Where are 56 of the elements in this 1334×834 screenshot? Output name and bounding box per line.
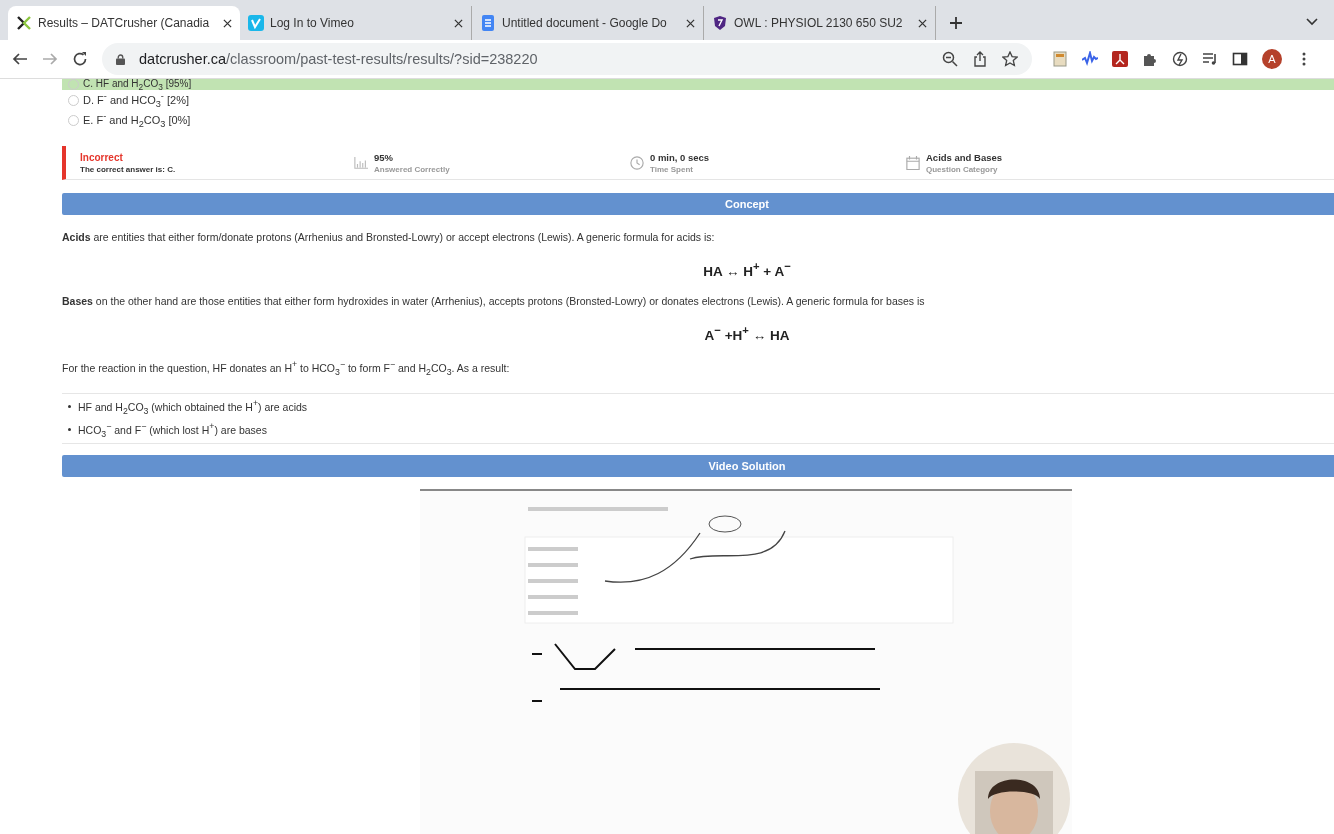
close-icon[interactable] — [686, 18, 695, 28]
tab-title: OWL : PHYSIOL 2130 650 SU2 — [734, 16, 904, 30]
profile-avatar[interactable]: A — [1262, 49, 1282, 69]
paragraph: For the reaction in the question, HF donates an H$^{+}$ to HCO$_{3}$$^{−}$ to form F$^{−}$ and H$_{2}$CO$_{3}$. As a result: — [62, 358, 511, 379]
correct-answer-row: C. HF and H$_{2}$CO$_{3}$ [95%] — [62, 79, 1334, 90]
media-queue-icon[interactable] — [1202, 51, 1218, 67]
puzzle-icon[interactable] — [1142, 51, 1158, 67]
browser-tab[interactable]: Results – DATCrusher (Canadia — [8, 6, 240, 40]
share-icon[interactable] — [972, 51, 988, 67]
waveform-icon[interactable] — [1082, 51, 1098, 67]
bar-chart-icon — [354, 155, 368, 170]
zoom-out-icon[interactable] — [942, 51, 958, 67]
stat-value: Acids and Bases — [926, 151, 1004, 163]
back-icon[interactable] — [12, 51, 28, 67]
formula: A$^{−}$ +H$^{+}$ ↔ HA — [703, 323, 791, 342]
list-item: HCO$_{3}$$^{−}$ and F$^{−}$ (which lost H$^{+}$) are bases — [78, 421, 267, 439]
browser-tab[interactable]: Log In to Vimeo — [240, 6, 472, 40]
stat-label: Answered Correctly — [374, 164, 451, 174]
address-bar[interactable]: datcrusher.ca/classroom/past-test-results/results/?sid=238220 — [102, 43, 1032, 75]
lock-icon — [116, 53, 125, 65]
close-icon[interactable] — [223, 18, 232, 28]
close-icon[interactable] — [454, 18, 463, 28]
document-icon — [480, 15, 496, 31]
clock-icon — [630, 155, 644, 170]
answer-option: E. F$^{-}$ and H$_{2}$CO$_{3}$ [0%] — [62, 110, 1334, 130]
browser-tab[interactable]: Untitled document - Google Do — [472, 6, 704, 40]
x-logo-icon — [16, 15, 32, 31]
paragraph: Bases on the other hand are those entities that either form hydroxides in water (Arrhenius), accepts protons (Bronsted-Lowry) or donates electrons (Lewis). A generic formula for bases is — [62, 293, 926, 308]
notepad-icon[interactable] — [1052, 51, 1068, 67]
close-icon[interactable] — [918, 18, 927, 28]
paragraph: Acids are entities that either form/donate protons (Arrhenius and Bronsted-Lowry) or accept electrons (Lewis). A generic formula for acids is: — [62, 230, 716, 244]
section-header: Concept — [62, 193, 1334, 215]
star-icon[interactable] — [1002, 51, 1018, 67]
stat-value: 95% — [374, 151, 394, 163]
new-tab-icon[interactable] — [950, 17, 962, 29]
tab-title: Log In to Vimeo — [270, 16, 355, 30]
tab-title: Untitled document - Google Do — [502, 16, 668, 30]
calendar-icon — [906, 155, 920, 170]
side-panel-icon[interactable] — [1232, 51, 1248, 67]
chevron-down-icon[interactable] — [1306, 18, 1318, 26]
formula: HA ↔ H$^{+}$ + A$^{−}$ — [702, 260, 792, 279]
pdf-icon[interactable] — [1112, 51, 1128, 67]
url-text: datcrusher.ca/classroom/past-test-results/results/?sid=238220 — [139, 51, 538, 67]
v-logo-icon — [248, 15, 264, 31]
reload-icon[interactable] — [72, 51, 88, 67]
stat-value: 0 min, 0 secs — [650, 151, 711, 163]
correct-answer-note: The correct answer is: C. — [80, 164, 177, 174]
list-item: HF and H$_{2}$CO$_{3}$ (which obtained the H$^{+}$) are acids — [78, 397, 308, 416]
tab-title: Results – DATCrusher (Canadia — [38, 16, 211, 30]
section-header: Video Solution — [62, 454, 1334, 477]
browser-tab[interactable]: OWL : PHYSIOL 2130 650 SU2 — [704, 6, 936, 40]
shield-icon — [712, 15, 728, 31]
stat-label: Question Category — [926, 164, 999, 174]
answer-option: D. F$^{-}$ and HCO$_{3}$$^{-}$ [2%] — [62, 90, 1334, 110]
stat-label: Time Spent — [650, 164, 694, 174]
result-status: Incorrect — [80, 151, 124, 163]
